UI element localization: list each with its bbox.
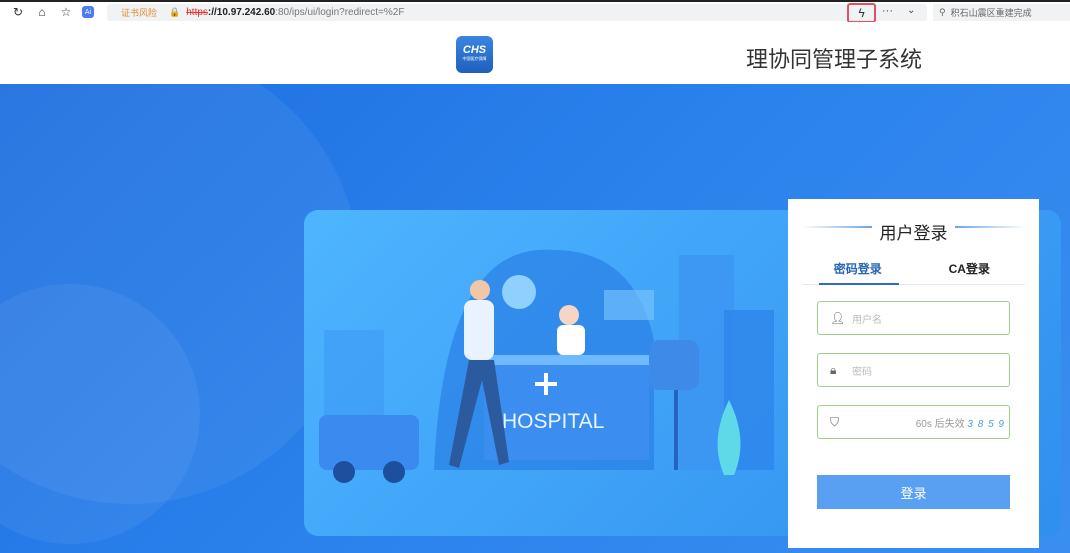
login-panel: 用户登录 密码登录 CA登录 👤︎ 用户名 🔒︎ 密码 ⛉ 60s 后失效 3 8 … (788, 199, 1039, 548)
lock-icon: 🔒︎ (830, 362, 837, 377)
captcha-input[interactable]: ⛉ 60s 后失效 3 8 5 9 (817, 405, 1010, 439)
browser-toolbar: ↻ ⌂ ☆ Ai 证书风险 🔒 https://10.97.242.60:80/… (0, 0, 1070, 23)
user-icon: 👤︎ (830, 311, 846, 325)
search-text: 积石山震区重建完成 (950, 8, 1032, 18)
url-host: ://10.97.242.60 (207, 7, 276, 18)
address-bar[interactable]: 证书风险 🔒 https://10.97.242.60:80/ips/ui/lo… (107, 4, 927, 21)
login-button[interactable]: 登录 (817, 475, 1010, 509)
username-input[interactable]: 👤︎ 用户名 (817, 301, 1010, 335)
hospital-sign: HOSPITAL (502, 410, 604, 433)
insecure-lock-icon: 🔒 (169, 7, 181, 17)
ai-icon[interactable]: Ai (82, 6, 94, 18)
system-title: 理协同管理子系统 (746, 47, 923, 72)
tab-password-login[interactable]: 密码登录 (802, 257, 914, 285)
reload-icon[interactable]: ↻ (10, 4, 26, 20)
chs-logo: CHS 中国医疗保障 (456, 36, 493, 73)
cert-warning[interactable]: 证书风险 (121, 6, 157, 19)
favorites-icon[interactable]: ☆ (58, 4, 74, 20)
username-placeholder: 用户名 (852, 314, 882, 326)
tab-ca-login[interactable]: CA登录 (914, 257, 1026, 284)
chevron-down-icon[interactable]: ⌄ (907, 5, 915, 16)
title-divider-right (955, 226, 1025, 228)
shield-check-icon: ⛉ (830, 414, 840, 429)
home-icon[interactable]: ⌂ (34, 4, 50, 20)
password-placeholder: 密码 (852, 366, 872, 378)
captcha-image[interactable]: 3 8 5 9 (967, 419, 1005, 430)
captcha-expiry: 60s 后失效 (915, 418, 965, 430)
url-scheme: https (186, 7, 208, 18)
lightning-icon[interactable]: ϟ (847, 3, 876, 23)
url-path: :80/ips/ui/login?redirect=%2F (275, 7, 405, 18)
more-icon[interactable]: ··· (882, 5, 893, 17)
password-input[interactable]: 🔒︎ 密码 (817, 353, 1010, 387)
search-icon: ⚲ (939, 7, 946, 17)
browser-search[interactable]: ⚲ 积石山震区重建完成 (933, 4, 1070, 21)
login-title: 用户登录 (879, 224, 948, 243)
login-tabs: 密码登录 CA登录 (802, 257, 1025, 285)
